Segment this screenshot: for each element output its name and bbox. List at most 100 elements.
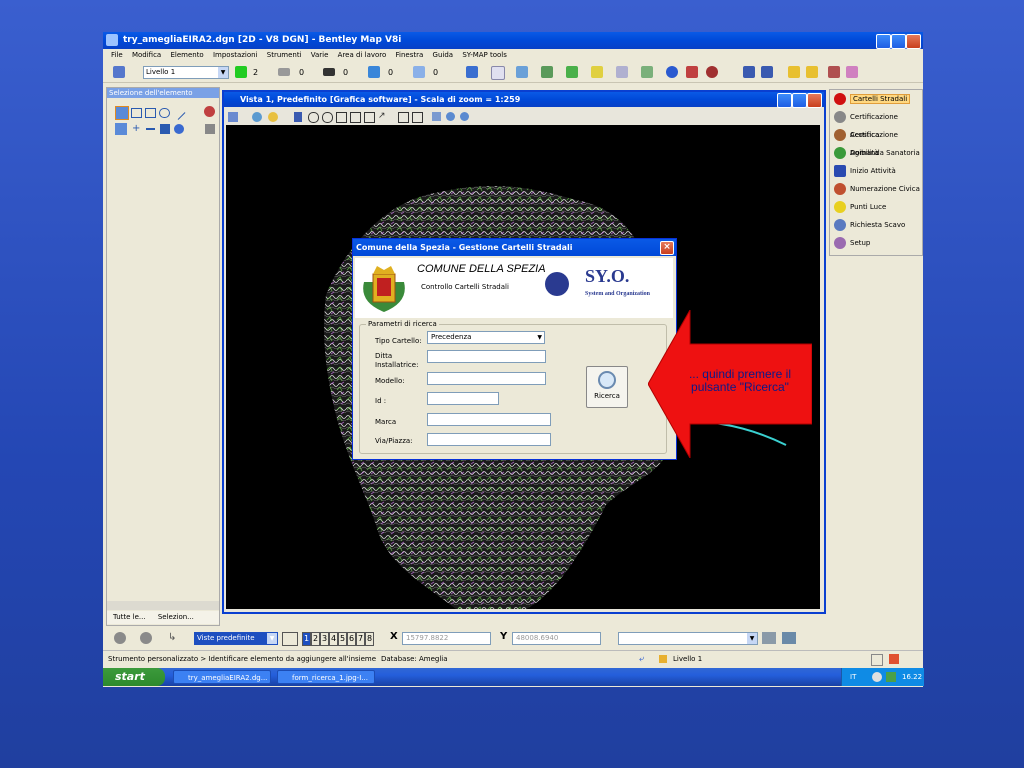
line-style-icon[interactable] xyxy=(278,68,290,76)
close-button[interactable] xyxy=(906,34,921,49)
view-button-8[interactable]: 8 xyxy=(365,632,374,646)
tool-icon-9[interactable] xyxy=(828,66,840,78)
select-circle-icon[interactable] xyxy=(159,108,170,118)
user-icon-2[interactable] xyxy=(761,66,773,78)
copy-view-icon[interactable] xyxy=(432,112,441,121)
view-close-button[interactable] xyxy=(807,93,822,108)
lock-status-icon[interactable] xyxy=(659,655,667,663)
view-button-6[interactable]: 6 xyxy=(347,632,356,646)
view-button-2[interactable]: 2 xyxy=(311,632,320,646)
zoom-in-icon[interactable] xyxy=(308,112,319,123)
zoom-out-icon[interactable] xyxy=(322,112,333,123)
network-icon[interactable] xyxy=(872,672,882,682)
menu-varie[interactable]: Varie xyxy=(311,51,329,59)
snaps-icon[interactable] xyxy=(782,632,796,644)
menu-area-di-lavoro[interactable]: Area di lavoro xyxy=(338,51,387,59)
view-attributes-icon[interactable] xyxy=(228,112,238,122)
back-icon[interactable] xyxy=(114,632,126,644)
view-minimize-button[interactable] xyxy=(777,93,792,108)
no-icon[interactable] xyxy=(706,66,718,78)
clear-selection-icon[interactable] xyxy=(204,106,215,117)
select-rect-icon[interactable] xyxy=(131,108,142,118)
window-titlebar[interactable]: try_amegliaEIRA2.dgn [2D - V8 DGN] - Ben… xyxy=(103,32,923,49)
start-button[interactable]: start xyxy=(103,668,165,686)
update-view-icon[interactable] xyxy=(294,112,302,122)
grid-icon[interactable] xyxy=(686,66,698,78)
menu-modifica[interactable]: Modifica xyxy=(132,51,161,59)
transparency-icon[interactable] xyxy=(368,66,380,78)
tool-icon-2[interactable] xyxy=(491,66,505,80)
view-titlebar[interactable]: Vista 1, Predefinito [Grafica software] … xyxy=(224,92,824,108)
menu-file[interactable]: File xyxy=(111,51,123,59)
via-piazza-input[interactable] xyxy=(427,433,551,446)
camera-icon[interactable] xyxy=(460,112,469,121)
tool-punti-luce[interactable]: Punti Luce xyxy=(830,198,922,216)
page-icon[interactable] xyxy=(871,654,883,666)
tool-certificazione-agibilita[interactable]: Certificazione Agibilità xyxy=(830,126,922,157)
lighting-icon[interactable] xyxy=(268,112,278,122)
tool-icon-5[interactable] xyxy=(566,66,578,78)
mode-invert-icon[interactable] xyxy=(160,124,170,134)
tool-icon-7[interactable] xyxy=(616,66,628,78)
tab-tutte[interactable]: Tutte le... xyxy=(113,613,146,621)
menu-elemento[interactable]: Elemento xyxy=(170,51,203,59)
view-maximize-button[interactable] xyxy=(792,93,807,108)
line-weight-icon[interactable] xyxy=(323,68,335,76)
view-button-5[interactable]: 5 xyxy=(338,632,347,646)
menu-guida[interactable]: Guida xyxy=(433,51,454,59)
forward-icon[interactable] xyxy=(140,632,152,644)
home-icon[interactable] xyxy=(889,654,899,664)
y-coordinate-field[interactable]: 48008.6940 xyxy=(512,632,601,645)
minimize-button[interactable] xyxy=(876,34,891,49)
ricerca-button[interactable]: Ricerca xyxy=(586,366,628,408)
tool-cartelli-stradali[interactable]: Cartelli Stradali xyxy=(830,90,922,108)
tool-icon-4[interactable] xyxy=(541,66,553,78)
dialog-close-button[interactable]: × xyxy=(660,241,674,255)
menu-finestra[interactable]: Finestra xyxy=(396,51,424,59)
tray-icon[interactable] xyxy=(886,672,896,682)
mode-all-icon[interactable] xyxy=(174,124,184,134)
ditta-installatrice-input[interactable] xyxy=(427,350,546,363)
select-line-icon[interactable] xyxy=(170,105,186,120)
people-icon[interactable] xyxy=(446,112,455,121)
element-icon[interactable] xyxy=(113,66,125,78)
task-bentley-map[interactable]: try_amegliaEIRA2.dg... xyxy=(173,670,271,684)
view-next-icon[interactable] xyxy=(412,112,423,123)
view-button-3[interactable]: 3 xyxy=(320,632,329,646)
menu-impostazioni[interactable]: Impostazioni xyxy=(213,51,258,59)
maximize-button[interactable] xyxy=(891,34,906,49)
tab-selezion[interactable]: Selezion... xyxy=(158,613,194,621)
select-tool-icon[interactable]: ↳ xyxy=(168,632,180,644)
mode-subtract-icon[interactable] xyxy=(146,128,155,130)
tool-inizio-attivita[interactable]: Inizio Attività xyxy=(830,162,922,180)
tool-icon-1[interactable] xyxy=(466,66,478,78)
view-previous-icon[interactable] xyxy=(398,112,409,123)
view-groups-icon[interactable] xyxy=(282,632,298,646)
pan-icon[interactable]: ↗ xyxy=(378,112,387,121)
user-icon-1[interactable] xyxy=(743,66,755,78)
view-button-7[interactable]: 7 xyxy=(356,632,365,646)
menu-strumenti[interactable]: Strumenti xyxy=(267,51,302,59)
undo-icon[interactable]: ⤶ xyxy=(639,654,649,664)
horizontal-scrollbar[interactable] xyxy=(107,601,219,610)
task-form-ricerca[interactable]: form_ricerca_1.jpg-I... xyxy=(277,670,375,684)
tool-icon-3[interactable] xyxy=(516,66,528,78)
locks-icon[interactable] xyxy=(762,632,776,644)
tool-setup[interactable]: Setup xyxy=(830,234,922,252)
tool-domanda-sanatoria[interactable]: Domanda Sanatoria xyxy=(830,144,922,162)
tool-icon-10[interactable] xyxy=(846,66,858,78)
unlock-icon[interactable] xyxy=(806,66,818,78)
modello-input[interactable] xyxy=(427,372,546,385)
marca-input[interactable] xyxy=(427,413,551,426)
tipo-cartello-select[interactable]: Precedenza ▼ xyxy=(427,331,545,344)
views-combo[interactable]: Viste predefinite ▼ xyxy=(194,632,278,645)
mode-add-icon[interactable]: + xyxy=(132,124,142,134)
info-icon[interactable] xyxy=(666,66,678,78)
cursor-icon[interactable] xyxy=(205,124,215,134)
accudraw-combo[interactable]: ▼ xyxy=(618,632,758,645)
tool-numerazione-civica[interactable]: Numerazione Civica xyxy=(830,180,922,198)
rotate-view-icon[interactable] xyxy=(364,112,375,123)
select-shape-icon[interactable] xyxy=(145,108,156,118)
tool-richiesta-scavo[interactable]: Richiesta Scavo xyxy=(830,216,922,234)
menu-symap-tools[interactable]: SY-MAP tools xyxy=(462,51,507,59)
